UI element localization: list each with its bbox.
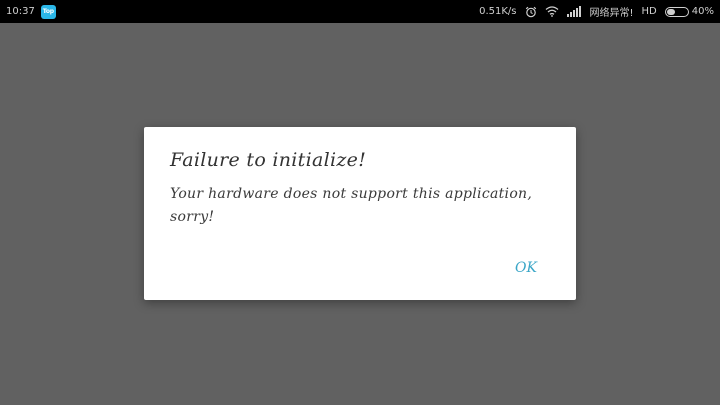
- hd-label: HD: [641, 6, 657, 17]
- network-message: 网络异常!: [589, 8, 634, 19]
- ok-button[interactable]: OK: [506, 255, 546, 281]
- status-right: 0.51K/s 网络异常! HD 40%: [479, 4, 714, 19]
- signal-icon: [566, 6, 582, 17]
- status-bar: 10:37 Top 0.51K/s 网络异常! HD 40%: [0, 0, 720, 23]
- dialog-message: Your hardware does not support this appl…: [170, 186, 533, 225]
- app-notification-icon: Top: [40, 4, 56, 19]
- battery-icon: [664, 6, 689, 17]
- wifi-icon: [545, 6, 559, 17]
- status-time: 10:37: [6, 6, 35, 17]
- status-left: 10:37 Top: [6, 4, 56, 19]
- error-dialog: Failure to initialize! Your hardware doe…: [144, 127, 576, 300]
- alarm-icon: [525, 6, 537, 18]
- dialog-title: Failure to initialize!: [170, 149, 367, 171]
- battery-fill: [666, 8, 675, 15]
- battery-percent: 40%: [691, 6, 714, 17]
- battery-indicator: 40%: [664, 6, 714, 17]
- net-speed: 0.51K/s: [479, 6, 517, 17]
